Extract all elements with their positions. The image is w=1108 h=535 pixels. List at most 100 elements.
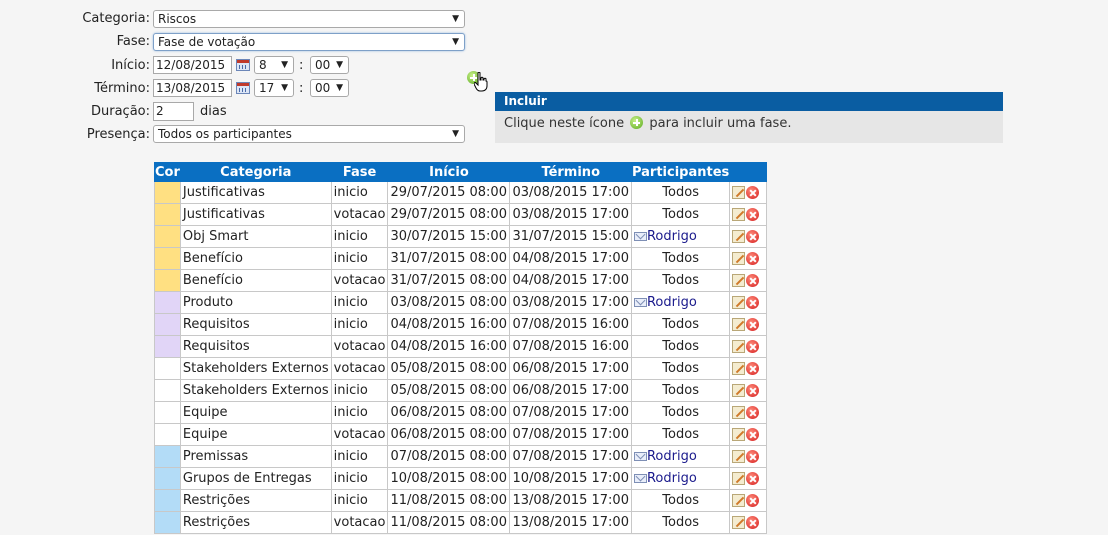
delete-icon[interactable] xyxy=(746,274,760,287)
inicio-cell: 11/08/2015 08:00 xyxy=(387,489,511,512)
duracao-input[interactable]: 2 xyxy=(153,102,194,121)
termino-hour-select[interactable]: 17 ▼ xyxy=(254,79,294,97)
inicio-date-input[interactable]: 12/08/2015 xyxy=(153,56,232,74)
column-header: Fase xyxy=(330,162,389,182)
delete-icon[interactable] xyxy=(746,186,760,199)
termino-minute-select[interactable]: 00 ▼ xyxy=(310,79,349,97)
color-swatch xyxy=(154,181,181,204)
edit-icon[interactable] xyxy=(732,406,746,419)
mail-icon[interactable] xyxy=(633,232,647,241)
termino-label: Término: xyxy=(94,81,150,96)
actions-cell xyxy=(729,313,768,336)
actions-cell xyxy=(729,247,768,270)
edit-icon[interactable] xyxy=(732,274,746,287)
chevron-down-icon: ▼ xyxy=(281,83,288,93)
edit-icon[interactable] xyxy=(732,516,746,529)
participantes-cell: Todos xyxy=(630,489,731,512)
phases-table: Cor Categoria Fase Início Término Partic… xyxy=(154,162,768,534)
table-row: Produto inicio 03/08/2015 08:00 03/08/2015 … xyxy=(154,291,768,314)
edit-icon[interactable] xyxy=(732,340,746,353)
inicio-cell: 06/08/2015 08:00 xyxy=(387,423,511,446)
inicio-cell: 30/07/2015 15:00 xyxy=(387,225,511,248)
delete-icon[interactable] xyxy=(746,384,760,397)
color-swatch xyxy=(154,225,181,248)
edit-icon[interactable] xyxy=(732,230,746,243)
participant-link[interactable]: Rodrigo xyxy=(647,295,697,310)
delete-icon[interactable] xyxy=(746,252,760,265)
include-tooltip: Incluir Clique neste ícone para incluir … xyxy=(495,92,1003,143)
delete-icon[interactable] xyxy=(746,208,760,221)
delete-icon[interactable] xyxy=(746,362,760,375)
mail-icon[interactable] xyxy=(633,474,647,483)
delete-icon[interactable] xyxy=(746,428,760,441)
participant-link[interactable]: Rodrigo xyxy=(647,229,697,244)
table-row: Benefício inicio 31/07/2015 08:00 04/08/201… xyxy=(154,247,768,270)
actions-cell xyxy=(729,511,768,534)
participantes-cell: Rodrigo xyxy=(630,225,731,248)
inicio-cell: 05/08/2015 08:00 xyxy=(387,379,511,402)
inicio-hour-select[interactable]: 8 ▼ xyxy=(254,56,294,74)
fase-cell: inicio xyxy=(330,379,389,402)
color-swatch xyxy=(154,467,181,490)
termino-cell: 07/08/2015 17:00 xyxy=(509,445,632,468)
duracao-unit: dias xyxy=(200,104,227,119)
table-row: Restrições votacao 11/08/2015 08:00 13/08/2… xyxy=(154,511,768,534)
termino-cell: 04/08/2015 17:00 xyxy=(509,247,632,270)
actions-cell xyxy=(729,401,768,424)
edit-icon[interactable] xyxy=(732,252,746,265)
color-swatch xyxy=(154,335,181,358)
edit-icon[interactable] xyxy=(732,472,746,485)
termino-date-input[interactable]: 13/08/2015 xyxy=(153,79,232,97)
categoria-cell: Stakeholders Externos xyxy=(179,357,332,380)
inicio-minute-select[interactable]: 00 ▼ xyxy=(310,56,349,74)
inicio-cell: 10/08/2015 08:00 xyxy=(387,467,511,490)
edit-icon[interactable] xyxy=(732,450,746,463)
participant-link[interactable]: Rodrigo xyxy=(647,471,697,486)
mail-icon[interactable] xyxy=(633,298,647,307)
calendar-icon[interactable] xyxy=(236,59,250,71)
inicio-cell: 06/08/2015 08:00 xyxy=(387,401,511,424)
categoria-cell: Justificativas xyxy=(179,203,332,226)
actions-cell xyxy=(729,335,768,358)
delete-icon[interactable] xyxy=(746,230,760,243)
color-swatch xyxy=(154,445,181,468)
categoria-cell: Equipe xyxy=(179,423,332,446)
actions-cell xyxy=(729,203,768,226)
actions-cell xyxy=(729,291,768,314)
calendar-icon[interactable] xyxy=(236,82,250,94)
plus-circle-icon xyxy=(630,116,644,129)
table-row: Stakeholders Externos votacao 05/08/2015 0… xyxy=(154,357,768,380)
delete-icon[interactable] xyxy=(746,472,760,485)
fase-select-value: Fase de votação xyxy=(158,35,256,49)
edit-icon[interactable] xyxy=(732,362,746,375)
inicio-cell: 07/08/2015 08:00 xyxy=(387,445,511,468)
delete-icon[interactable] xyxy=(746,494,760,507)
fase-select[interactable]: Fase de votação ▼ xyxy=(153,33,465,51)
delete-icon[interactable] xyxy=(746,318,760,331)
edit-icon[interactable] xyxy=(732,428,746,441)
tooltip-body: Clique neste ícone para incluir uma fase… xyxy=(495,111,1003,136)
delete-icon[interactable] xyxy=(746,296,760,309)
edit-icon[interactable] xyxy=(732,384,746,397)
participant-link[interactable]: Rodrigo xyxy=(647,449,697,464)
table-header-row: Cor Categoria Fase Início Término Partic… xyxy=(154,162,768,182)
delete-icon[interactable] xyxy=(746,406,760,419)
edit-icon[interactable] xyxy=(732,296,746,309)
delete-icon[interactable] xyxy=(746,516,760,529)
fase-cell: votacao xyxy=(330,269,389,292)
chevron-down-icon: ▼ xyxy=(452,129,459,139)
edit-icon[interactable] xyxy=(732,494,746,507)
edit-icon[interactable] xyxy=(732,318,746,331)
edit-icon[interactable] xyxy=(732,208,746,221)
delete-icon[interactable] xyxy=(746,340,760,353)
edit-icon[interactable] xyxy=(732,186,746,199)
participantes-cell: Todos xyxy=(630,269,731,292)
categoria-select[interactable]: Riscos ▼ xyxy=(153,10,465,28)
color-swatch xyxy=(154,203,181,226)
mail-icon[interactable] xyxy=(633,452,647,461)
participantes-cell: Todos xyxy=(630,401,731,424)
presenca-select[interactable]: Todos os participantes ▼ xyxy=(153,125,465,143)
categoria-cell: Restrições xyxy=(179,489,332,512)
categoria-label: Categoria: xyxy=(82,11,150,26)
delete-icon[interactable] xyxy=(746,450,760,463)
